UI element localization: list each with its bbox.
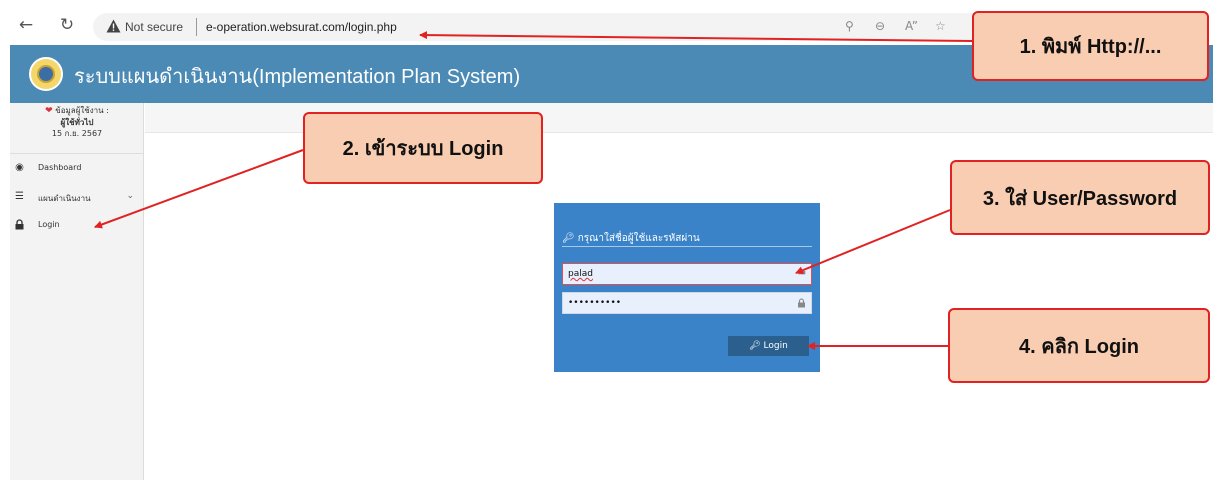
warning-icon — [106, 19, 121, 33]
sidebar-item-plan[interactable]: ☰ แผนดำเนินงาน ⌄ — [10, 185, 144, 209]
chevron-down-icon: ⌄ — [126, 191, 134, 201]
user-info: ❤ ข้อมูลผู้ใช้งาน : ผู้ใช้ทั่วไป 15 ก.ย.… — [10, 105, 144, 139]
lock-icon — [798, 298, 805, 308]
sidebar-divider — [10, 153, 144, 154]
address-bar[interactable]: Not secure e-operation.websurat.com/logi… — [93, 13, 993, 41]
sidebar-item-login[interactable]: Login — [10, 213, 144, 237]
password-value: •••••••••• — [568, 298, 622, 308]
list-icon: ☰ — [15, 191, 24, 202]
url-text[interactable]: e-operation.websurat.com/login.php — [206, 20, 397, 34]
password-field[interactable]: •••••••••• — [562, 292, 812, 314]
screenshot: ← ↻ Not secure e-operation.websurat.com/… — [0, 0, 1213, 480]
app-logo — [29, 57, 63, 91]
callout-step2: 2. เข้าระบบ Login — [303, 112, 543, 184]
zoom-out-icon[interactable]: ⊖ — [875, 19, 885, 33]
sidebar: ❤ ข้อมูลผู้ใช้งาน : ผู้ใช้ทั่วไป 15 ก.ย.… — [10, 103, 144, 480]
sidebar-item-label: Dashboard — [38, 163, 82, 172]
reload-icon[interactable]: ↻ — [58, 16, 76, 34]
search-icon[interactable]: ⚲ — [845, 19, 854, 33]
login-title: 🔑︎ กรุณาใส่ชื่อผู้ใช้และรหัสผ่าน — [562, 231, 700, 246]
callout-step4: 4. คลิก Login — [948, 308, 1210, 383]
dashboard-icon: ◉ — [15, 162, 24, 173]
lock-icon — [15, 219, 24, 230]
login-button-label: Login — [763, 341, 788, 351]
login-button[interactable]: 🔑︎ Login — [728, 336, 809, 356]
read-aloud-icon[interactable]: A” — [905, 19, 918, 33]
sidebar-item-dashboard[interactable]: ◉ Dashboard — [10, 156, 144, 180]
username-field[interactable]: palad ▬ — [562, 263, 812, 285]
callout-step1: 1. พิมพ์ Http://... — [972, 11, 1209, 81]
callout-step3: 3. ใส่ User/Password — [950, 160, 1210, 235]
username-value: palad — [568, 269, 593, 279]
login-panel: 🔑︎ กรุณาใส่ชื่อผู้ใช้และรหัสผ่าน palad ▬ … — [554, 203, 820, 372]
address-divider — [196, 18, 197, 36]
favorite-star-icon[interactable]: ☆ — [935, 19, 946, 33]
user-date: 15 ก.ย. 2567 — [51, 129, 103, 138]
app-title: ระบบแผนดำเนินงาน(Implementation Plan Sys… — [74, 66, 521, 88]
key-icon: 🔑︎ — [562, 233, 575, 244]
user-name: ผู้ใช้ทั่วไป — [60, 118, 94, 127]
user-icon: ❤ — [45, 106, 53, 116]
security-label[interactable]: Not secure — [125, 20, 183, 34]
key-icon: 🔑︎ — [749, 341, 761, 351]
login-divider — [562, 246, 812, 247]
user-info-label: ข้อมูลผู้ใช้งาน : — [55, 106, 109, 115]
login-title-text: กรุณาใส่ชื่อผู้ใช้และรหัสผ่าน — [577, 233, 700, 244]
sidebar-item-label: Login — [38, 220, 60, 229]
user-card-icon: ▬ — [797, 268, 806, 278]
sidebar-item-label: แผนดำเนินงาน — [38, 194, 91, 203]
back-arrow-icon[interactable]: ← — [17, 16, 35, 34]
